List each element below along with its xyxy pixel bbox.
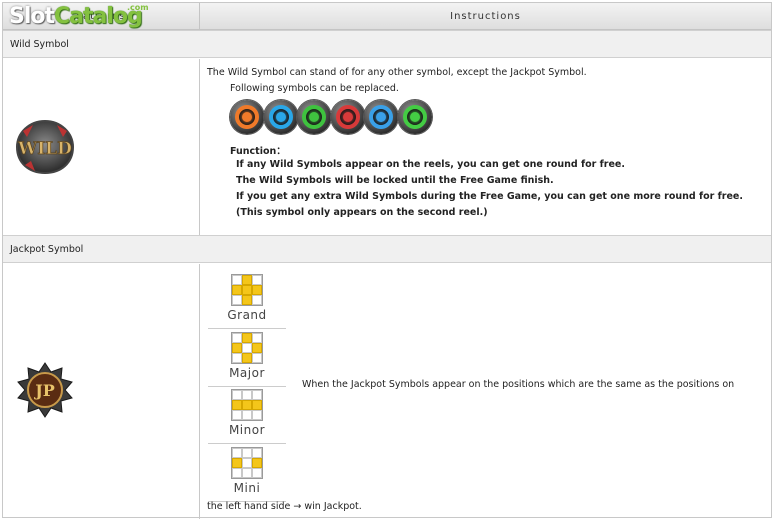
pattern-label: Mini xyxy=(233,480,261,495)
wild-row: WILD The Wild Symbol can stand of for an… xyxy=(3,59,771,236)
pattern-label: Major xyxy=(229,365,265,380)
pattern-label: Minor xyxy=(228,423,266,437)
instructions-column-header: Instructions xyxy=(200,3,771,30)
green-ring-icon xyxy=(297,100,331,134)
pattern-label: Grand xyxy=(227,308,267,322)
function-label: Function： xyxy=(230,146,286,157)
jackpot-section-header: Jackpot Symbol xyxy=(3,235,771,263)
wild-replace-intro: Following symbols can be replaced. xyxy=(230,83,399,94)
wild-instructions-cell: The Wild Symbol can stand of for any oth… xyxy=(200,59,771,236)
red-triskele-icon xyxy=(330,100,365,134)
logo-com-text: .com xyxy=(127,3,149,12)
jackpot-instructions-cell: Grand Major Minor Mini When the Jackpot Sym… xyxy=(200,264,771,519)
pattern-grid xyxy=(231,331,263,364)
svg-text:WILD: WILD xyxy=(17,139,72,159)
pattern-mini: Mini xyxy=(208,446,286,502)
jackpot-section-title: Jackpot Symbol xyxy=(10,243,84,255)
pay-table: Patterns Instructions SlotCatalog .com W… xyxy=(2,2,772,519)
pattern-grid xyxy=(231,389,263,421)
wild-description: The Wild Symbol can stand of for any oth… xyxy=(207,67,587,78)
function-rule-2: The Wild Symbols will be locked until th… xyxy=(236,175,554,186)
pattern-major: Major xyxy=(208,331,286,387)
orange-ring-icon xyxy=(230,100,264,134)
jp-emblem-icon: JP xyxy=(17,362,73,418)
pattern-grand: Grand xyxy=(208,274,286,329)
pattern-grid xyxy=(231,446,263,479)
wild-section-header: Wild Symbol xyxy=(3,30,771,58)
jackpot-row: JP Grand Major Minor Mini When the Jackpot … xyxy=(3,264,771,519)
instructions-header-label: Instructions xyxy=(450,10,521,22)
wild-emblem-icon: WILD xyxy=(15,119,75,175)
function-rule-3: If you get any extra Wild Symbols during… xyxy=(236,191,743,202)
green-triskele-icon xyxy=(397,100,432,134)
wild-symbol-cell: WILD xyxy=(3,59,200,236)
jp-emblem-text: JP xyxy=(33,381,55,400)
jackpot-description-line1: When the Jackpot Symbols appear on the p… xyxy=(302,379,735,390)
logo-slot-text: Slot xyxy=(9,4,55,29)
jackpot-symbol-cell: JP xyxy=(3,264,200,519)
pattern-minor: Minor xyxy=(208,389,286,444)
wild-section-title: Wild Symbol xyxy=(10,38,69,50)
function-rule-1: If any Wild Symbols appear on the reels,… xyxy=(236,159,625,170)
jackpot-description-line2: the left hand side → win Jackpot. xyxy=(207,501,362,512)
blue-triskele-icon xyxy=(364,100,398,134)
function-rule-4: (This symbol only appears on the second … xyxy=(236,207,488,218)
slotcatalog-watermark: SlotCatalog .com xyxy=(9,4,149,29)
blue-ring-icon xyxy=(263,100,298,134)
pattern-grid xyxy=(231,274,263,306)
